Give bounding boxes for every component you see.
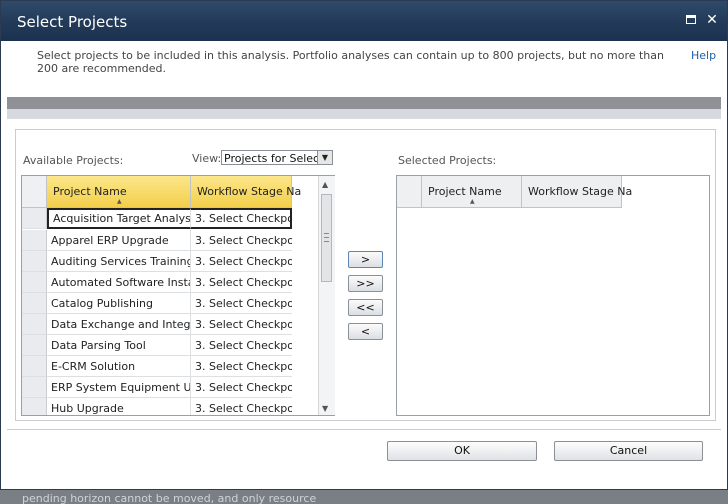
table-row[interactable]: Data Parsing Tool 3. Select Checkpoint: [22, 335, 292, 356]
workflow-stage-cell: 3. Select Checkpoint: [191, 230, 292, 251]
row-selector[interactable]: [22, 230, 47, 251]
workflow-stage-cell: 3. Select Checkpoint: [191, 398, 292, 415]
add-all-button[interactable]: >>: [348, 275, 383, 292]
grid-header-corner: [397, 176, 422, 208]
scroll-up-icon[interactable]: ▲: [322, 180, 328, 189]
help-link[interactable]: Help: [691, 49, 716, 62]
remove-selected-button[interactable]: <: [348, 323, 383, 340]
close-button[interactable]: ✕: [705, 13, 719, 27]
sort-ascending-icon: ▲: [117, 198, 122, 205]
table-row[interactable]: ERP System Equipment Upgra 3. Select Che…: [22, 377, 292, 398]
table-row[interactable]: Automated Software Installa 3. Select Ch…: [22, 272, 292, 293]
row-selector[interactable]: [22, 208, 47, 229]
row-selector[interactable]: [22, 335, 47, 356]
grid-header-corner: [22, 176, 47, 208]
table-row[interactable]: Apparel ERP Upgrade 3. Select Checkpoint: [22, 230, 292, 251]
row-selector[interactable]: [22, 314, 47, 335]
project-name-cell: Catalog Publishing: [47, 293, 191, 314]
column-header-label: Project Name: [53, 185, 127, 198]
title-bar: Select Projects ✕: [1, 1, 727, 41]
column-header-project-name[interactable]: Project Name ▲: [422, 176, 522, 208]
row-selector[interactable]: [22, 293, 47, 314]
workflow-stage-cell: 3. Select Checkpoint: [191, 314, 292, 335]
project-name-cell: Apparel ERP Upgrade: [47, 230, 191, 251]
ok-button[interactable]: OK: [387, 441, 537, 461]
available-projects-grid: Project Name ▲ Workflow Stage Na Acquisi…: [21, 175, 335, 416]
table-row[interactable]: E-CRM Solution 3. Select Checkpoint: [22, 356, 292, 377]
selected-projects-grid: Project Name ▲ Workflow Stage Na: [396, 175, 710, 416]
project-name-cell: Hub Upgrade: [47, 398, 191, 415]
column-header-label: Project Name: [428, 185, 502, 198]
chevron-down-icon[interactable]: ▼: [317, 151, 332, 164]
row-selector[interactable]: [22, 398, 47, 415]
row-selector[interactable]: [22, 272, 47, 293]
table-row[interactable]: Auditing Services Training 3. Select Che…: [22, 251, 292, 272]
workflow-stage-cell: 3. Select Checkpoint: [191, 251, 292, 272]
row-selector[interactable]: [22, 356, 47, 377]
dialog-description: Select projects to be included in this a…: [37, 49, 664, 75]
separator-band: [7, 97, 721, 109]
scroll-down-icon[interactable]: ▼: [322, 404, 328, 413]
project-name-cell: E-CRM Solution: [47, 356, 191, 377]
project-name-cell: Data Parsing Tool: [47, 335, 191, 356]
table-row[interactable]: Acquisition Target Analysis 3. Select Ch…: [22, 208, 292, 229]
row-selector[interactable]: [22, 251, 47, 272]
row-selector[interactable]: [22, 377, 47, 398]
grip-icon: [324, 233, 329, 242]
column-header-label: Workflow Stage Na: [528, 185, 633, 198]
column-header-workflow-stage[interactable]: Workflow Stage Na: [191, 176, 301, 208]
project-name-cell: ERP System Equipment Upgra: [47, 377, 191, 398]
sort-ascending-icon: ▲: [470, 198, 475, 205]
vertical-scrollbar[interactable]: ▲ ▼: [318, 176, 335, 415]
dialog-title: Select Projects: [17, 13, 128, 31]
footer-divider: [7, 429, 721, 430]
view-select-value: Projects for Select: [224, 152, 324, 165]
project-name-cell: Data Exchange and Integrati: [47, 314, 191, 335]
workflow-stage-cell: 3. Select Checkpoint: [191, 335, 292, 356]
workflow-stage-cell: 3. Select Checkpoint: [191, 272, 292, 293]
project-name-cell: Acquisition Target Analysis: [47, 208, 191, 229]
add-selected-button[interactable]: >: [348, 251, 383, 268]
workflow-stage-cell: 3. Select Checkpoint: [191, 377, 292, 398]
maximize-button[interactable]: [685, 13, 699, 27]
available-projects-label: Available Projects:: [23, 154, 124, 167]
select-projects-dialog: Select Projects ✕ Select projects to be …: [0, 0, 728, 490]
workflow-stage-cell: 3. Select Checkpoin: [191, 208, 292, 229]
project-name-cell: Automated Software Installa: [47, 272, 191, 293]
column-header-workflow-stage[interactable]: Workflow Stage Na: [522, 176, 632, 208]
table-row[interactable]: Hub Upgrade 3. Select Checkpoint: [22, 398, 292, 415]
maximize-icon: [686, 15, 696, 24]
table-row[interactable]: Catalog Publishing 3. Select Checkpoint: [22, 293, 292, 314]
close-icon: ✕: [706, 12, 718, 28]
selected-projects-label: Selected Projects:: [398, 154, 497, 167]
view-label: View:: [192, 152, 222, 165]
workflow-stage-cell: 3. Select Checkpoint: [191, 293, 292, 314]
remove-all-button[interactable]: <<: [348, 299, 383, 316]
workflow-stage-cell: 3. Select Checkpoint: [191, 356, 292, 377]
cancel-button[interactable]: Cancel: [554, 441, 703, 461]
table-row[interactable]: Data Exchange and Integrati 3. Select Ch…: [22, 314, 292, 335]
separator-band-light: [7, 109, 721, 119]
background-text: pending horizon cannot be moved, and onl…: [22, 492, 317, 504]
view-select[interactable]: Projects for Select ▼: [221, 150, 333, 165]
project-name-cell: Auditing Services Training: [47, 251, 191, 272]
scrollbar-thumb[interactable]: [321, 194, 332, 282]
column-header-project-name[interactable]: Project Name ▲: [47, 176, 191, 208]
column-header-label: Workflow Stage Na: [197, 185, 302, 198]
